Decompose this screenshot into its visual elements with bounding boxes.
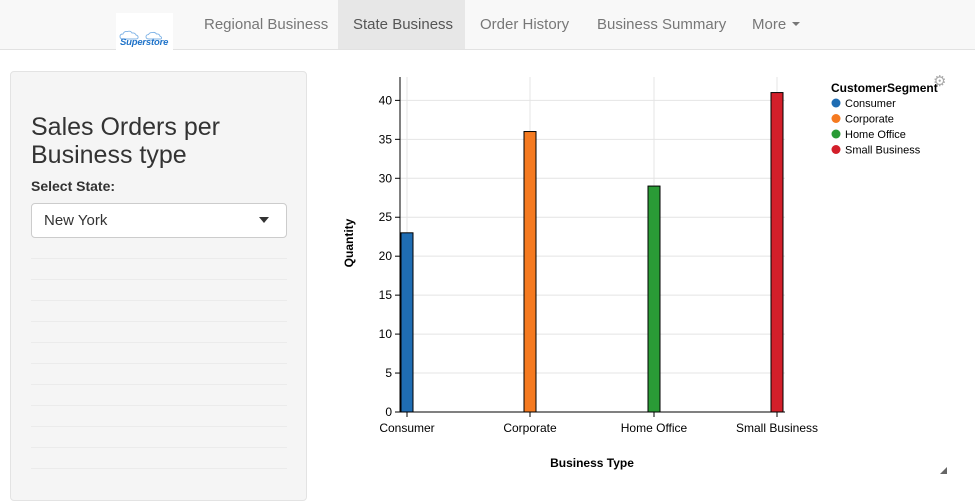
divider bbox=[31, 468, 287, 469]
legend-swatch bbox=[831, 129, 841, 139]
bar-small-business bbox=[770, 92, 784, 413]
divider bbox=[31, 321, 287, 322]
divider bbox=[31, 447, 287, 448]
top-navbar: Superstore Regional Business State Busin… bbox=[0, 0, 975, 50]
resize-handle-icon[interactable] bbox=[940, 467, 947, 474]
legend-swatch bbox=[831, 114, 841, 123]
sidebar-title: Sales Orders per Business type bbox=[31, 113, 220, 169]
legend-title: CustomerSegment bbox=[831, 81, 938, 95]
logo-text: Superstore bbox=[120, 37, 169, 48]
legend-item: Corporate bbox=[845, 114, 894, 126]
divider bbox=[31, 279, 287, 280]
y-tick-label: 25 bbox=[379, 210, 393, 224]
nav-label: Order History bbox=[480, 16, 570, 33]
divider bbox=[31, 342, 287, 343]
x-tick-label: Consumer bbox=[379, 421, 434, 435]
y-tick-label: 10 bbox=[379, 327, 393, 341]
divider bbox=[31, 426, 287, 427]
select-state-label: Select State: bbox=[31, 178, 116, 194]
sidebar-panel: Sales Orders per Business type Select St… bbox=[10, 71, 307, 501]
x-tick-label: Corporate bbox=[503, 421, 557, 435]
y-tick-label: 20 bbox=[379, 249, 393, 263]
superstore-logo[interactable]: Superstore bbox=[116, 13, 173, 50]
nav-order-history[interactable]: Order History bbox=[465, 0, 584, 49]
gear-icon[interactable]: ⚙ bbox=[933, 72, 946, 90]
legend-item: Small Business bbox=[845, 145, 921, 157]
y-tick-label: 5 bbox=[385, 366, 392, 380]
bar-chart: 0 5 10 15 20 25 30 35 40 Consumer Corporate Home Of… bbox=[330, 60, 975, 486]
nav-label: State Business bbox=[353, 16, 454, 33]
nav-business-summary[interactable]: Business Summary bbox=[582, 0, 741, 49]
bar-chart-svg: 0 5 10 15 20 25 30 35 40 Consumer Corporate Home Of… bbox=[342, 77, 938, 470]
bar-home-office bbox=[647, 185, 661, 413]
nav-label: More bbox=[752, 16, 787, 33]
legend-item: Home Office bbox=[845, 129, 906, 141]
nav-more-dropdown[interactable]: More bbox=[737, 0, 815, 49]
state-select[interactable]: New York bbox=[31, 203, 287, 238]
legend-item: Consumer bbox=[845, 98, 896, 110]
y-tick-label: 35 bbox=[379, 132, 393, 146]
divider bbox=[31, 258, 287, 259]
nav-label: Business Summary bbox=[597, 16, 727, 33]
y-tick-label: 0 bbox=[385, 405, 392, 419]
nav-state-business[interactable]: State Business bbox=[338, 0, 465, 49]
legend-swatch bbox=[831, 98, 841, 108]
bar-consumer bbox=[400, 232, 414, 413]
bar-corporate bbox=[523, 131, 537, 413]
y-tick-label: 30 bbox=[379, 171, 393, 185]
divider bbox=[31, 384, 287, 385]
nav-regional-business[interactable]: Regional Business bbox=[189, 0, 343, 49]
y-tick-label: 40 bbox=[379, 93, 393, 107]
x-tick-label: Home Office bbox=[621, 421, 688, 435]
nav-label: Regional Business bbox=[204, 16, 329, 33]
caret-down-icon bbox=[792, 22, 801, 27]
dropdown-arrow-icon bbox=[259, 217, 269, 223]
divider bbox=[31, 300, 287, 301]
y-tick-label: 15 bbox=[379, 288, 393, 302]
x-tick-label: Small Business bbox=[736, 421, 818, 435]
x-axis-label: Business Type bbox=[550, 456, 634, 470]
legend-swatch bbox=[831, 145, 841, 154]
y-axis-label: Quantity bbox=[342, 218, 356, 267]
state-select-value: New York bbox=[44, 212, 108, 229]
divider bbox=[31, 363, 287, 364]
divider bbox=[31, 405, 287, 406]
